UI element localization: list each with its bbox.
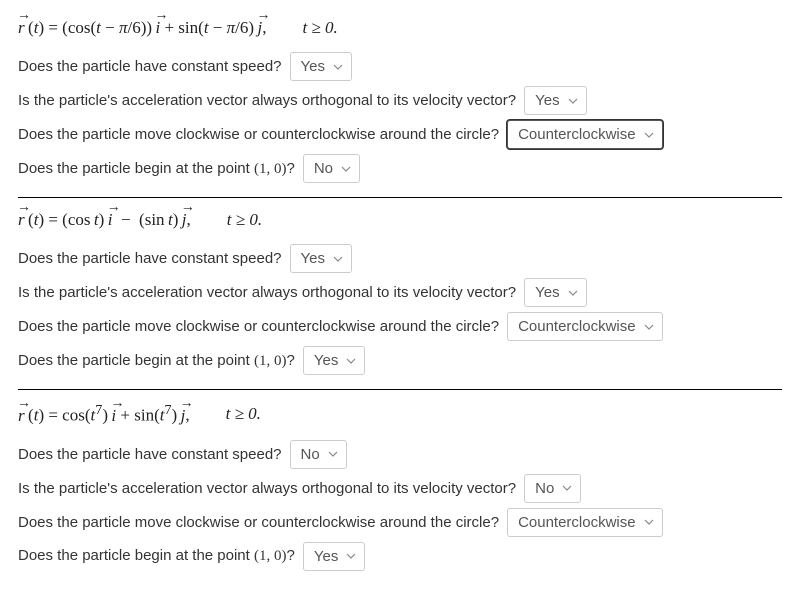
question-text: Is the particle's acceleration vector al… xyxy=(18,480,516,497)
dropdown-value: Yes xyxy=(301,58,325,75)
answer-dropdown[interactable]: Counterclockwise xyxy=(507,312,663,341)
question-row: Does the particle begin at the point (1,… xyxy=(18,154,782,183)
question-text: Is the particle's acceleration vector al… xyxy=(18,92,516,109)
dropdown-value: Counterclockwise xyxy=(518,318,636,335)
question-text: Is the particle's acceleration vector al… xyxy=(18,284,516,301)
chevron-down-icon xyxy=(562,485,572,491)
answer-dropdown[interactable]: Yes xyxy=(303,542,365,571)
dropdown-value: No xyxy=(535,480,554,497)
divider xyxy=(18,197,782,198)
answer-dropdown[interactable]: Yes xyxy=(524,278,586,307)
question-row: Is the particle's acceleration vector al… xyxy=(18,278,782,307)
equation-domain: t ≥ 0. xyxy=(227,210,262,230)
chevron-down-icon xyxy=(333,64,343,70)
equation-domain: t ≥ 0. xyxy=(226,404,261,424)
question-row: Does the particle move clockwise or coun… xyxy=(18,508,782,537)
equation-formula: r (t) = (cos(t − π/6)) i + sin(t − π/6) … xyxy=(18,18,266,38)
question-row: Does the particle have constant speed? Ye… xyxy=(18,52,782,81)
equation-formula: r (t) = (cos t) i − (sin t) j, xyxy=(18,210,191,230)
chevron-down-icon xyxy=(333,256,343,262)
problem-block: r (t) = (cos(t − π/6)) i + sin(t − π/6) … xyxy=(18,18,782,183)
dropdown-value: Yes xyxy=(301,250,325,267)
question-row: Does the particle move clockwise or coun… xyxy=(18,120,782,149)
question-text: Does the particle have constant speed? xyxy=(18,446,282,463)
answer-dropdown[interactable]: Yes xyxy=(290,244,352,273)
dropdown-value: No xyxy=(314,160,333,177)
question-row: Is the particle's acceleration vector al… xyxy=(18,86,782,115)
answer-dropdown[interactable]: No xyxy=(290,440,347,469)
question-row: Does the particle begin at the point (1,… xyxy=(18,346,782,375)
question-text: Does the particle begin at the point (1,… xyxy=(18,352,295,370)
equation: r (t) = cos(t7) i + sin(t7) j, t ≥ 0. xyxy=(18,402,782,426)
equation: r (t) = (cos(t − π/6)) i + sin(t − π/6) … xyxy=(18,18,782,38)
chevron-down-icon xyxy=(568,290,578,296)
chevron-down-icon xyxy=(346,358,356,364)
answer-dropdown[interactable]: Yes xyxy=(290,52,352,81)
chevron-down-icon xyxy=(341,166,351,172)
chevron-down-icon xyxy=(644,519,654,525)
question-row: Does the particle have constant speed? Ye… xyxy=(18,244,782,273)
question-text: Does the particle move clockwise or coun… xyxy=(18,126,499,143)
question-row: Does the particle move clockwise or coun… xyxy=(18,312,782,341)
chevron-down-icon xyxy=(346,553,356,559)
equation-formula: r (t) = cos(t7) i + sin(t7) j, xyxy=(18,402,190,426)
answer-dropdown[interactable]: Counterclockwise xyxy=(507,120,663,149)
question-row: Does the particle begin at the point (1,… xyxy=(18,542,782,571)
answer-dropdown[interactable]: Yes xyxy=(303,346,365,375)
divider xyxy=(18,389,782,390)
dropdown-value: No xyxy=(301,446,320,463)
answer-dropdown[interactable]: Counterclockwise xyxy=(507,508,663,537)
question-text: Does the particle have constant speed? xyxy=(18,250,282,267)
chevron-down-icon xyxy=(328,451,338,457)
answer-dropdown[interactable]: No xyxy=(524,474,581,503)
question-text: Does the particle begin at the point (1,… xyxy=(18,160,295,178)
equation-domain: t ≥ 0. xyxy=(302,18,337,38)
problem-block: r (t) = (cos t) i − (sin t) j, t ≥ 0. Does… xyxy=(18,210,782,375)
question-row: Does the particle have constant speed? No xyxy=(18,440,782,469)
equation: r (t) = (cos t) i − (sin t) j, t ≥ 0. xyxy=(18,210,782,230)
answer-dropdown[interactable]: Yes xyxy=(524,86,586,115)
chevron-down-icon xyxy=(644,324,654,330)
chevron-down-icon xyxy=(568,98,578,104)
answer-dropdown[interactable]: No xyxy=(303,154,360,183)
question-text: Does the particle have constant speed? xyxy=(18,58,282,75)
dropdown-value: Counterclockwise xyxy=(518,126,636,143)
problem-block: r (t) = cos(t7) i + sin(t7) j, t ≥ 0. Does… xyxy=(18,402,782,571)
question-text: Does the particle move clockwise or coun… xyxy=(18,514,499,531)
dropdown-value: Yes xyxy=(314,548,338,565)
question-text: Does the particle begin at the point (1,… xyxy=(18,547,295,565)
question-row: Is the particle's acceleration vector al… xyxy=(18,474,782,503)
dropdown-value: Yes xyxy=(535,284,559,301)
dropdown-value: Yes xyxy=(314,352,338,369)
dropdown-value: Counterclockwise xyxy=(518,514,636,531)
chevron-down-icon xyxy=(644,132,654,138)
question-text: Does the particle move clockwise or coun… xyxy=(18,318,499,335)
dropdown-value: Yes xyxy=(535,92,559,109)
